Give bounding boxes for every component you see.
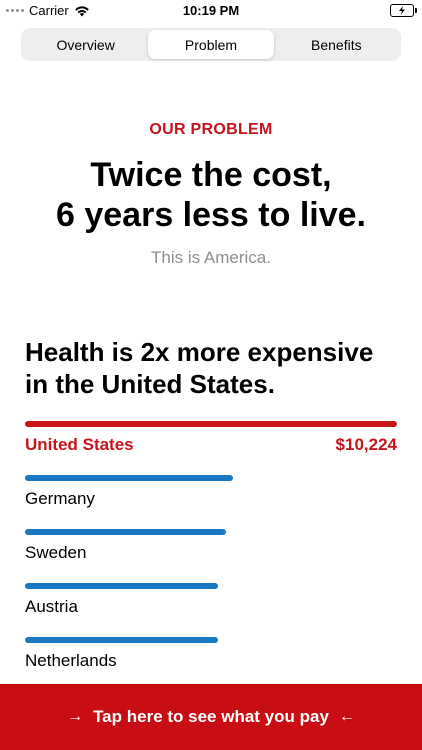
section-title: Health is 2x more expensive in the Unite… [25,336,405,400]
country-name: Austria [25,597,78,616]
country-row: Germany [25,475,397,509]
section-eyebrow: OUR PROBLEM [149,121,273,138]
status-bar: Carrier 10:19 PM [0,0,422,22]
cost-bar [25,421,397,427]
country-row: United States $10,224 [25,421,397,455]
country-value: $10,224 [335,435,397,454]
status-time: 10:19 PM [182,3,240,18]
country-label-row: Austria [25,597,397,617]
battery-icon [390,4,417,17]
country-name: United States [25,435,134,454]
page-headline: Twice the cost, 6 years less to live. [0,155,422,235]
headline-line-1: Twice the cost, [90,156,332,194]
cost-bar [25,583,218,589]
headline-line-2: 6 years less to live. [56,196,366,234]
arrow-right-icon: → [67,708,84,725]
country-label-row: Netherlands [25,651,397,671]
country-label-row: Germany [25,489,397,509]
country-name: Sweden [25,543,87,562]
cost-bar [25,529,226,535]
country-label-row: Sweden [25,543,397,563]
section-title-line-1: Health is 2x more expensive [25,337,374,367]
cost-bar [25,475,233,481]
section-title-line-2: in the United States. [25,369,275,399]
see-what-you-pay-button[interactable]: → Tap here to see what you pay ← [0,684,422,750]
arrow-left-icon: ← [338,708,355,725]
country-name: Netherlands [25,651,117,670]
country-row: Sweden [25,529,397,563]
tab-benefits[interactable]: Benefits [274,30,399,59]
cta-label: Tap here to see what you pay [93,707,329,726]
country-label-row: United States $10,224 [25,435,397,455]
segmented-control: Overview Problem Benefits [21,28,401,61]
cost-bar [25,637,218,643]
country-row: Netherlands [25,637,397,671]
country-row: Austria [25,583,397,617]
tab-overview[interactable]: Overview [23,30,148,59]
country-name: Germany [25,489,95,508]
page-subtitle: This is America. [151,248,271,267]
tab-problem[interactable]: Problem [148,30,274,59]
